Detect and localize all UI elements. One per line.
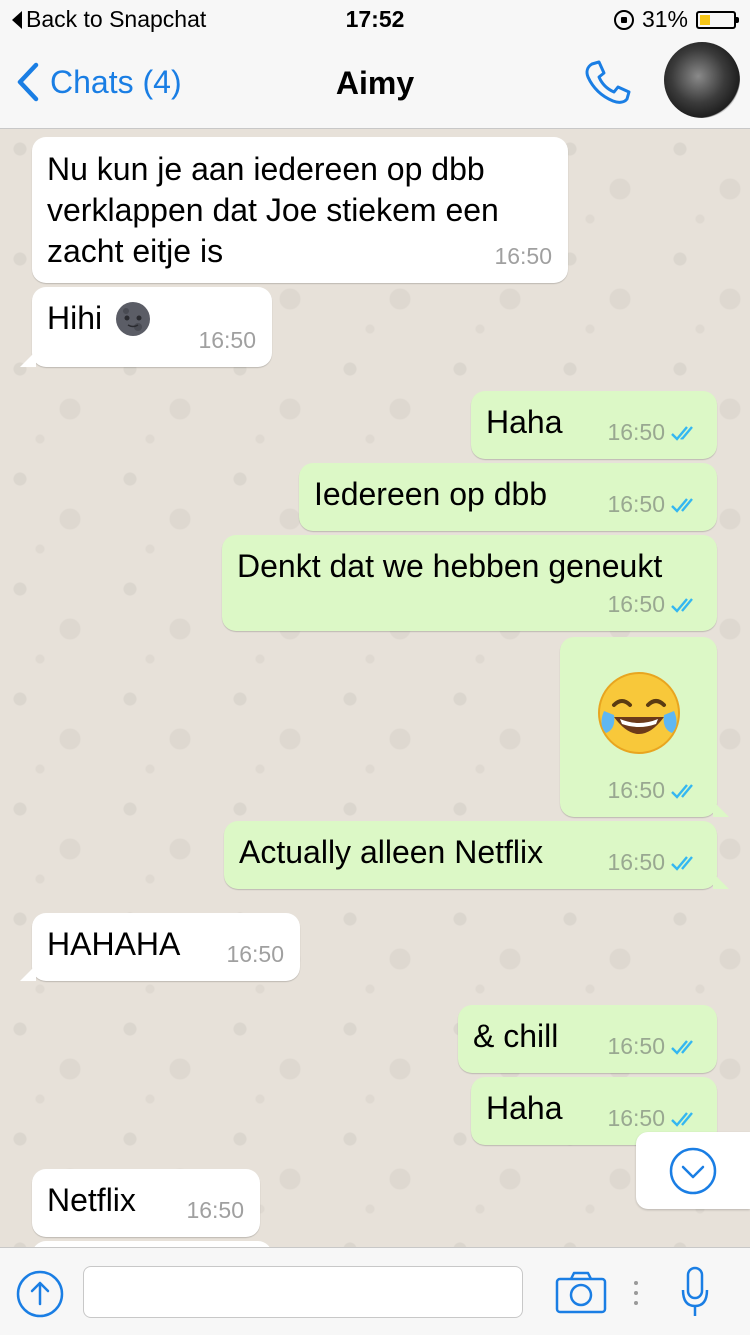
message-bubble-outgoing[interactable]: 16:50 xyxy=(560,637,729,817)
message-bubble-outgoing[interactable]: Denkt dat we hebben geneukt 16:50 xyxy=(222,535,717,631)
message-time: 16:50 xyxy=(607,419,665,445)
microphone-button[interactable] xyxy=(680,1266,710,1323)
double-check-read-icon xyxy=(671,783,693,799)
call-button[interactable] xyxy=(580,58,634,111)
scroll-to-bottom-button[interactable] xyxy=(636,1132,750,1209)
message-time: 16:50 xyxy=(494,243,552,269)
message-time: 16:50 xyxy=(186,1197,244,1223)
double-check-read-icon xyxy=(671,1111,693,1127)
message-bubble-incoming[interactable]: Hihi 16:50 xyxy=(20,287,272,367)
chat-header: Chats (4) Aimy xyxy=(0,40,750,129)
message-text: & chill xyxy=(473,1018,559,1054)
contact-name[interactable]: Aimy xyxy=(0,65,750,102)
message-meta: 16:50 xyxy=(607,412,701,453)
more-button[interactable] xyxy=(632,1280,640,1311)
message-text-line: verklappen dat Joe stiekem een xyxy=(47,192,499,228)
battery-icon xyxy=(696,10,739,29)
double-check-read-icon xyxy=(671,425,693,441)
message-meta: 16:50 xyxy=(607,842,701,883)
message-bubble-outgoing[interactable]: Haha 16:50 xyxy=(471,391,717,459)
status-right: 31% xyxy=(613,6,739,33)
message-meta: 16:50 xyxy=(226,934,284,975)
battery-percent: 31% xyxy=(641,6,688,32)
message-bubble-incoming[interactable]: Netflix 16:50 xyxy=(32,1169,260,1237)
double-check-read-icon xyxy=(671,1039,693,1055)
double-check-read-icon xyxy=(671,855,693,871)
message-meta: 16:50 xyxy=(607,584,701,625)
message-text-line: Nu kun je aan iedereen op dbb xyxy=(47,151,485,187)
message-text: Denkt dat we hebben geneukt xyxy=(237,548,663,584)
message-bubble-incoming[interactable]: Nu kun je aan iedereen op dbb verklappen… xyxy=(32,137,568,283)
message-bubble-outgoing[interactable]: & chill 16:50 xyxy=(458,1005,717,1073)
status-bar: Back to Snapchat 17:52 31% xyxy=(0,0,750,40)
message-time: 16:50 xyxy=(607,591,665,617)
orientation-lock-icon xyxy=(613,9,634,30)
message-time: 16:50 xyxy=(607,777,665,803)
vertical-dots-icon xyxy=(634,1281,638,1305)
message-time: 16:50 xyxy=(607,849,665,875)
message-time: 16:50 xyxy=(607,491,665,517)
message-meta: 16:50 xyxy=(198,320,256,361)
double-check-read-icon xyxy=(671,597,693,613)
message-time: 16:50 xyxy=(607,1033,665,1059)
message-time: 16:50 xyxy=(198,327,256,353)
message-meta: 16:50 xyxy=(607,770,701,811)
message-text: Actually alleen Netflix xyxy=(239,834,544,870)
message-time: 16:50 xyxy=(226,941,284,967)
contact-avatar[interactable] xyxy=(664,42,740,118)
message-meta: 16:50 xyxy=(607,484,701,525)
message-text: Haha xyxy=(486,404,563,440)
composer-bar xyxy=(0,1247,750,1335)
message-text: Hihi xyxy=(47,300,103,336)
message-list[interactable]: Nu kun je aan iedereen op dbb verklappen… xyxy=(0,129,750,1247)
message-bubble-outgoing[interactable]: Actually alleen Netflix 16:50 xyxy=(224,821,729,889)
message-meta: 16:50 xyxy=(494,236,552,277)
message-text: Iedereen op dbb xyxy=(314,476,548,512)
message-text: Nu kun je aan iedereen op dbb verklappen… xyxy=(47,149,499,272)
double-check-read-icon xyxy=(671,497,693,513)
message-meta: 16:50 xyxy=(186,1190,244,1231)
message-bubble-incoming[interactable]: HAHAHA 16:50 xyxy=(20,913,300,981)
message-text: HAHAHA xyxy=(47,926,181,962)
upload-arrow-icon xyxy=(16,1270,64,1318)
message-meta: 16:50 xyxy=(607,1026,701,1067)
phone-icon xyxy=(585,60,631,104)
message-text: Netflix xyxy=(47,1182,136,1218)
battery-fill xyxy=(700,14,710,25)
message-bubble-outgoing[interactable]: Iedereen op dbb 16:50 xyxy=(299,463,717,531)
camera-button[interactable] xyxy=(555,1270,607,1319)
message-text: Haha xyxy=(486,1090,563,1126)
microphone-icon xyxy=(681,1266,709,1316)
attach-button[interactable] xyxy=(16,1270,64,1323)
new-moon-face-emoji xyxy=(116,301,151,336)
face-with-tears-of-joy-emoji xyxy=(598,672,680,754)
chevron-down-icon xyxy=(669,1147,717,1195)
message-text-line: zacht eitje is xyxy=(47,233,224,269)
message-content: Hihi xyxy=(47,298,152,339)
message-input[interactable] xyxy=(83,1266,523,1318)
camera-icon xyxy=(555,1271,607,1314)
